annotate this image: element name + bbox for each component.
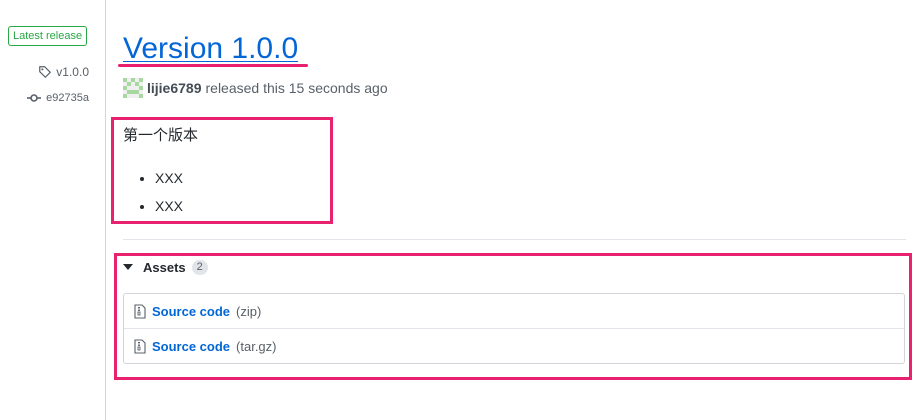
file-zip-icon [134,303,146,319]
asset-ext: (tar.gz) [236,338,277,354]
asset-row-tar-gz[interactable]: Source code (tar.gz) [124,328,904,363]
asset-name[interactable]: Source code [152,339,230,354]
tag-label: v1.0.0 [56,65,89,79]
release-meta: lijie6789 released this 15 seconds ago [123,78,388,98]
asset-name[interactable]: Source code [152,304,230,319]
release-title-link[interactable]: Version 1.0.0 [123,30,298,68]
file-zip-icon [134,338,146,354]
asset-ext: (zip) [236,303,262,319]
divider [123,239,906,240]
tag-link[interactable]: v1.0.0 [38,64,89,80]
asset-row-zip[interactable]: Source code (zip) [124,294,904,328]
assets-label: Assets [143,259,186,275]
list-item: XXX [155,164,183,192]
latest-release-badge: Latest release [8,26,88,46]
caret-down-icon [123,264,133,270]
release-time-text: released this 15 seconds ago [205,80,388,96]
commit-sha: e92735a [46,92,89,104]
assets-list: Source code (zip) Source code (tar.gz) [123,293,905,364]
title-highlight-annotation [118,64,308,67]
list-item: XXX [155,192,183,220]
release-notes-list: XXX XXX [123,164,183,220]
git-commit-icon [27,93,42,103]
assets-count-badge: 2 [191,259,208,275]
author-link[interactable]: lijie6789 [147,80,202,96]
assets-toggle[interactable]: Assets 2 [123,258,208,276]
release-sidebar: Latest release v1.0.0 e92735a [0,0,106,420]
avatar[interactable] [123,78,143,98]
tag-icon [38,65,52,79]
commit-link[interactable]: e92735a [27,90,89,106]
release-notes-heading: 第一个版本 [123,127,199,144]
